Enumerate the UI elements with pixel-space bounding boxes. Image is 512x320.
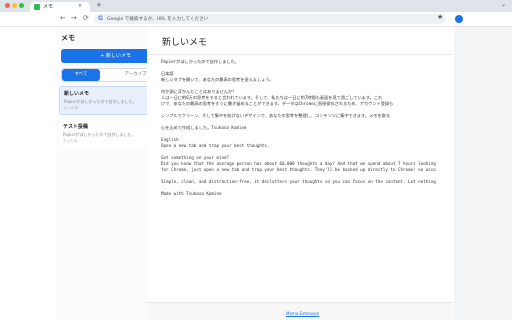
extension-link[interactable]: Memo Extension [286,311,319,316]
back-icon[interactable]: ← [60,14,66,22]
memo-body-line: Made with Tsukasa Komine [161,191,222,196]
editor-footer: Memo Extension [147,302,453,320]
memo-item-snippet: Papierがほしかったので自作しました。 [64,99,137,104]
bookmark-star-icon[interactable]: ★ [437,12,443,22]
tab-strip: メモ × + ⌄ [0,0,512,12]
memo-item-time: たった今 [64,106,78,110]
memo-title-input[interactable]: 新しいメモ [162,35,207,48]
filter-all-tab[interactable]: すべて [62,69,100,81]
sidebar-title: メモ [61,34,75,42]
reload-icon[interactable]: ⟳ [83,14,89,22]
new-tab-icon[interactable]: + [96,1,102,9]
profile-avatar-icon[interactable] [455,15,463,23]
memo-item-title: 新しいメモ [64,91,90,97]
memo-favicon-icon [34,4,40,10]
address-bar[interactable]: G Google で検索するか、URL を入力してください [94,14,446,24]
memo-body-line: Simple, clean, and distraction-free, it … [161,179,436,184]
google-icon: G [98,15,103,22]
browser-window: メモ × + ⌄ ← → ⟳ G Google で検索するか、URL を入力して… [0,0,512,320]
tab-memo[interactable]: メモ × [30,2,90,12]
page-background [454,27,512,320]
maximize-window-button[interactable] [19,3,24,8]
memo-editor: 新しいメモ Papierがほしかったので自作しました。 日本語 新しいタブを開いて、… [147,27,453,320]
memo-body-line: for Chrome, just open a new tab and trap… [161,167,436,172]
memo-body-textarea[interactable]: Papierがほしかったので自作しました。 日本語 新しいタブを開いて、あなたの最高… [161,59,453,197]
tab-title: メモ [43,4,54,10]
memo-item-title: テスト投稿 [63,124,89,130]
tab-close-icon[interactable]: × [78,3,82,9]
minimize-window-button[interactable] [12,3,17,8]
memo-item-snippet: Papierがほしかったので自作しました。 [63,132,136,137]
browser-toolbar: ← → ⟳ G Google で検索するか、URL を入力してください [0,12,512,27]
close-window-button[interactable] [5,3,10,8]
address-bar-placeholder: Google で検索するか、URL を入力してください [107,17,209,22]
title-divider [147,54,453,55]
forward-icon[interactable]: → [71,14,77,22]
memo-item-time: たった今 [63,139,77,143]
tab-list-chevron-icon[interactable]: ⌄ [501,1,506,8]
